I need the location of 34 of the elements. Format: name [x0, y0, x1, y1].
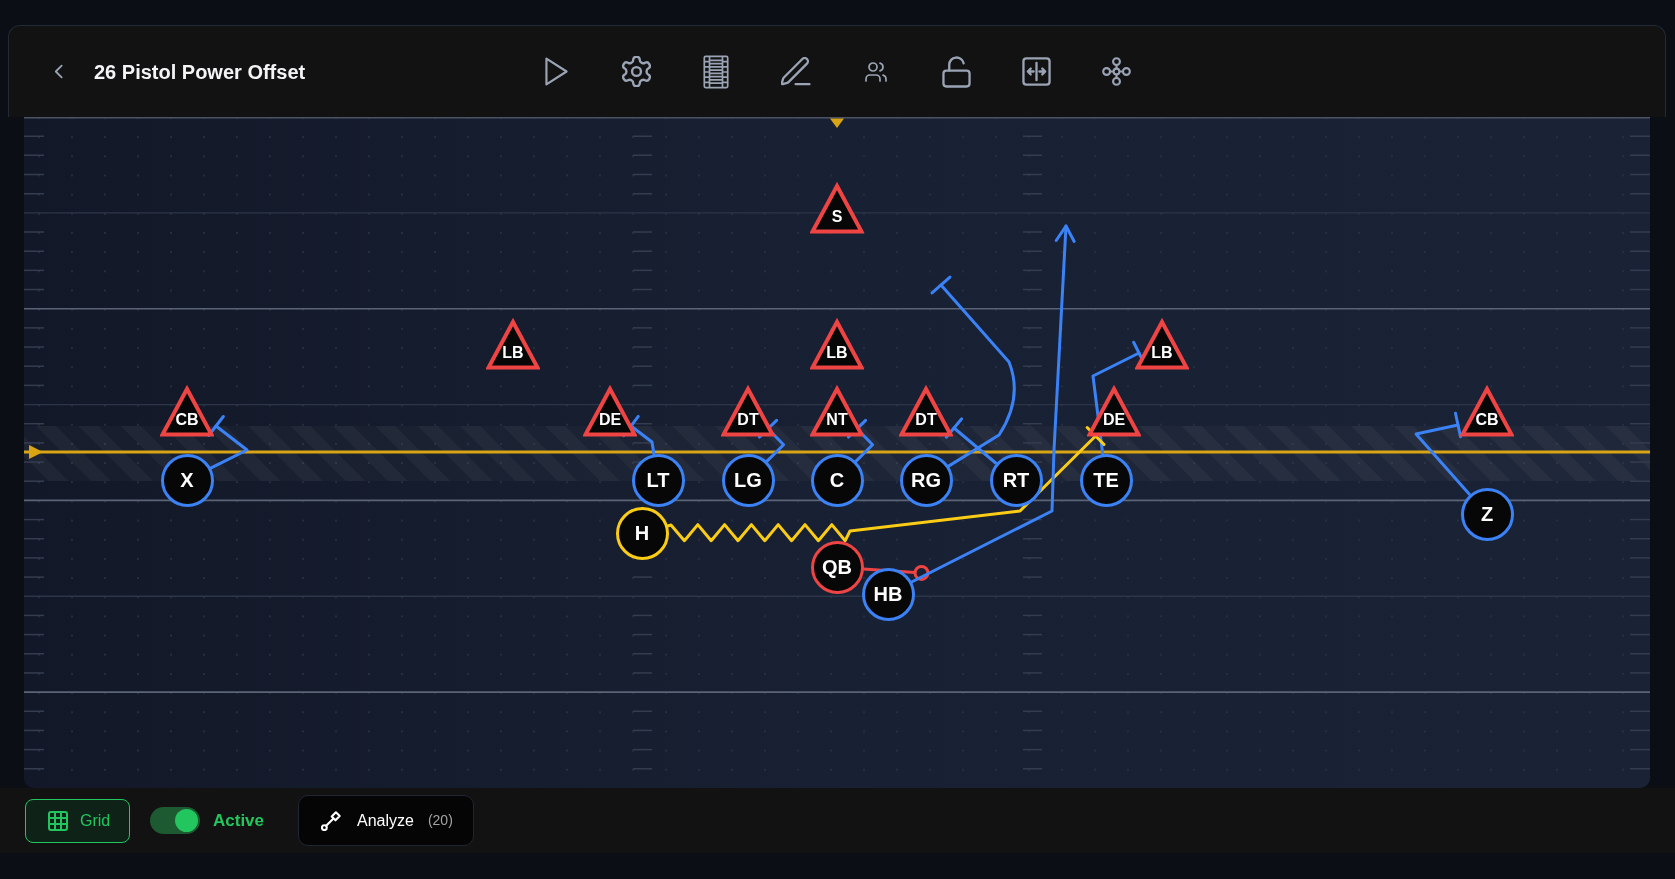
unlock-button[interactable] [940, 54, 972, 89]
grid-button[interactable]: Grid [25, 798, 130, 843]
unlock-icon [941, 55, 971, 88]
chevron-left-icon [53, 64, 63, 79]
defense-player: S [810, 181, 864, 235]
defense-player: NT [810, 384, 864, 438]
active-toggle[interactable] [150, 807, 200, 834]
defense-player: LB [486, 317, 540, 371]
resize-button[interactable] [1020, 55, 1052, 88]
settings-icon [621, 56, 651, 87]
defense-player: DE [1087, 384, 1141, 438]
play-icon [544, 57, 568, 86]
pencil-icon [781, 57, 811, 86]
grid-icon [48, 810, 68, 831]
pointer-icon [830, 118, 844, 128]
users-icon [865, 61, 887, 82]
pointer-icon [29, 445, 43, 459]
film-strip-button[interactable] [700, 53, 732, 90]
nodes-button[interactable] [1100, 55, 1132, 88]
edit-button[interactable] [780, 55, 812, 88]
defense-player: LB [1135, 317, 1189, 371]
defense-player: CB [160, 384, 214, 438]
defense-player: LB [810, 317, 864, 371]
defense-player: DT [721, 384, 775, 438]
play-title: 26 Pistol Power Offset [94, 59, 306, 85]
settings-button[interactable] [620, 55, 652, 88]
analyze-button[interactable]: Analyze (20) [298, 795, 474, 846]
defense-player: DE [583, 384, 637, 438]
horizontal-arrows-icon [1021, 57, 1051, 86]
film-strip-icon [703, 54, 729, 89]
nodes-icon [1101, 57, 1131, 86]
toggle-label: Active [213, 809, 265, 832]
tool-icon [321, 810, 342, 831]
defense-player: CB [1460, 384, 1514, 438]
